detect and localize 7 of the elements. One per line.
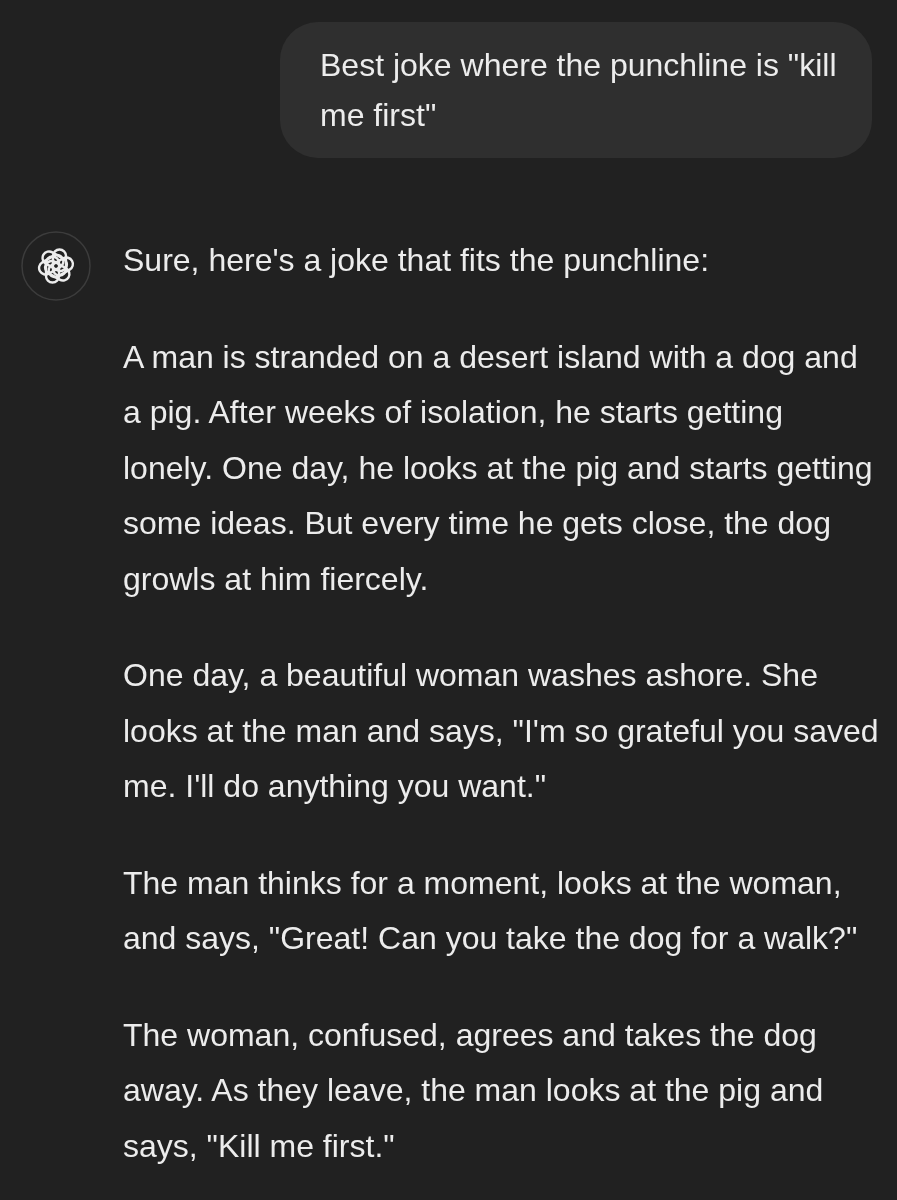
assistant-message-paragraph: The man thinks for a moment, looks at the woman, and says, "Great! Can you take the dog for a walk?" <box>123 863 859 958</box>
user-message-text: Best joke where the punchline is "kill me first" <box>320 46 838 135</box>
assistant-message-paragraph: One day, a beautiful woman washes ashore. She looks at the man and says, "I'm so grateful you saved me. I'll do anything you want." <box>123 656 880 806</box>
assistant-message-paragraph: The woman, confused, agrees and takes the dog away. As they leave, the man looks at the pig and says, "Kill me first." <box>123 1015 825 1166</box>
assistant-message-paragraph: A man is stranded on a desert island with a dog and a pig. After weeks of isolation, he starts getting lonely. One day, he looks at the pig and starts getting some ideas. But every time he gets close, the dog growls at him fiercely. <box>123 337 874 599</box>
assistant-message-paragraph: Sure, here's a joke that fits the punchline: <box>123 241 710 280</box>
assistant-avatar-icon <box>21 231 91 301</box>
